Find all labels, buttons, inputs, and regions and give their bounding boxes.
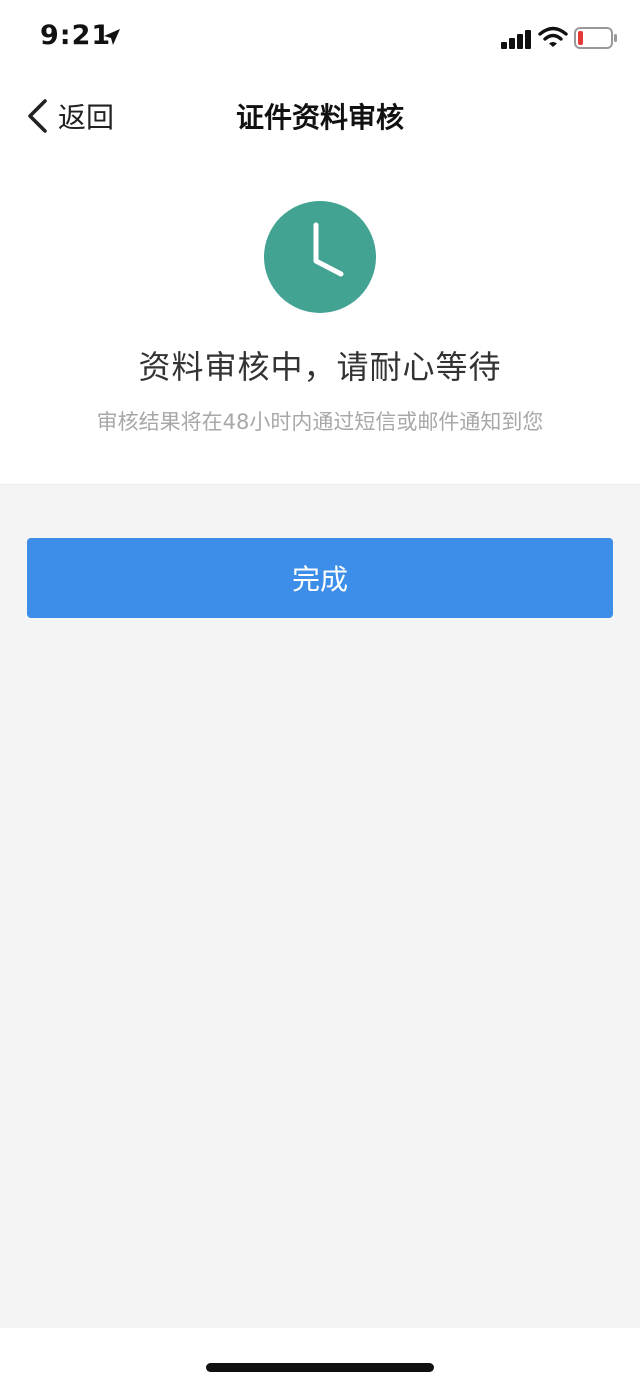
- home-bar-area: [0, 1328, 640, 1386]
- done-button[interactable]: 完成: [27, 538, 613, 618]
- battery-low-icon: [574, 27, 617, 49]
- navigation-bar: 返回 证件资料审核: [0, 80, 640, 150]
- wifi-icon: [538, 26, 568, 47]
- home-indicator[interactable]: [206, 1363, 434, 1372]
- page-title: 证件资料审核: [235, 101, 404, 134]
- review-status-section: 资料审核中，请耐心等待 审核结果将在48小时内通过短信或邮件通知到您: [0, 150, 640, 484]
- location-arrow-icon: [104, 29, 120, 45]
- review-notice: 审核结果将在48小时内通过短信或邮件通知到您: [96, 410, 544, 434]
- clock-icon: [264, 201, 376, 313]
- status-time: 9:21: [40, 20, 112, 51]
- review-status-message: 资料审核中，请耐心等待: [138, 348, 502, 386]
- status-bar: 9:21: [0, 0, 640, 80]
- cellular-signal-icon: [501, 30, 531, 49]
- content-background: 完成: [0, 484, 640, 1329]
